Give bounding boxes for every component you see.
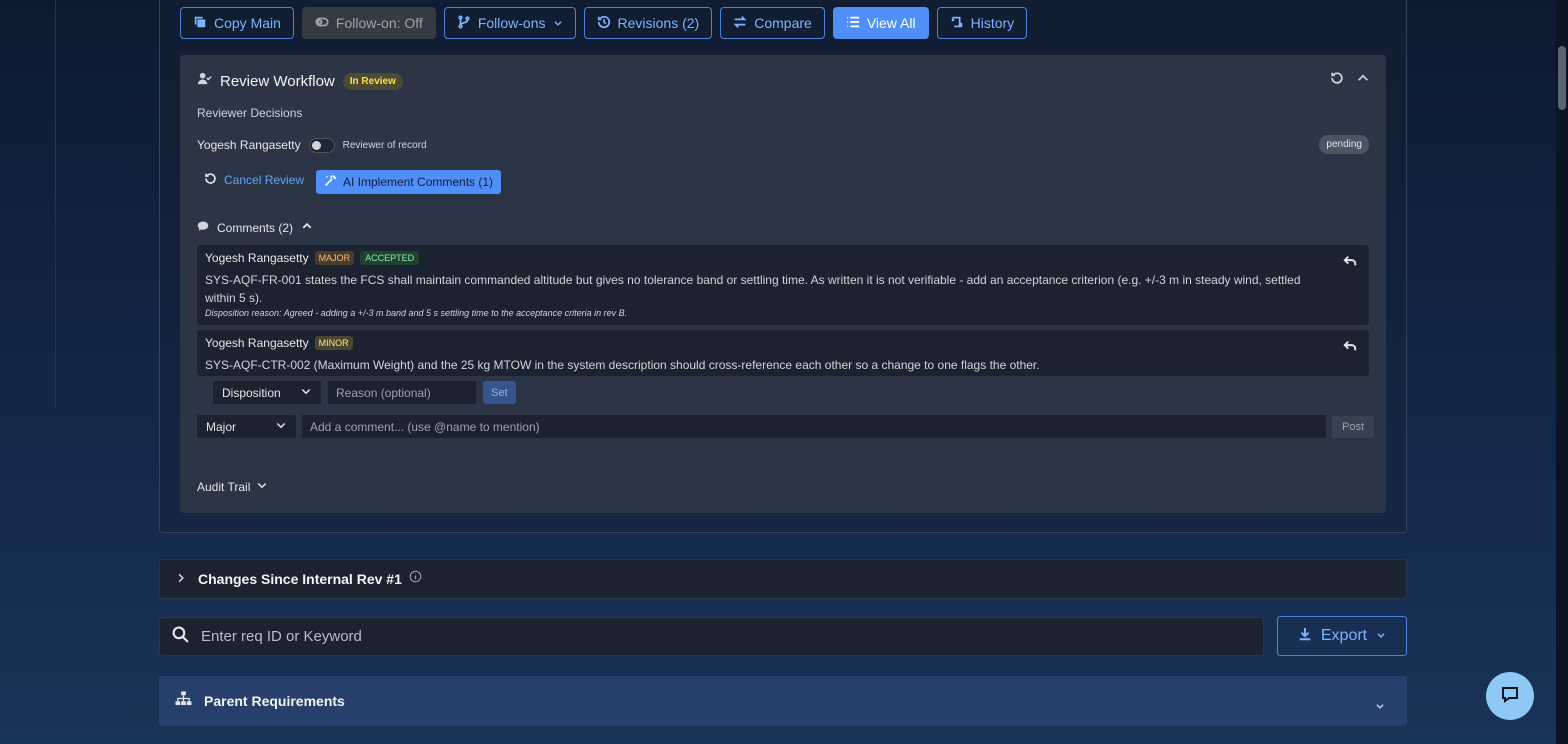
follow-on-toggle-button[interactable]: Follow-on: Off [301,7,436,39]
reason-input[interactable]: Reason (optional) [328,381,476,404]
comment-item: Yogesh Rangasetty MAJOR ACCEPTED SYS-AQF… [197,245,1369,325]
comments-toggle[interactable]: Comments (2) [197,220,313,235]
disposition-form: Disposition Reason (optional) Set [213,381,516,404]
comment-author: Yogesh Rangasetty [205,251,309,265]
reviewer-status-badge: pending [1319,135,1369,154]
comment-item: Yogesh Rangasetty MINOR SYS-AQF-CTR-002 … [197,330,1369,376]
comment-header: Yogesh Rangasetty MAJOR ACCEPTED [205,251,420,265]
list-icon [846,15,860,32]
audit-trail-label: Audit Trail [197,479,251,494]
comments-header-label: Comments (2) [217,220,294,235]
chevron-down-icon [553,15,563,31]
search-bar [159,617,1264,656]
chevron-down-icon [275,419,287,434]
reply-icon[interactable] [1343,339,1357,353]
branch-icon [457,14,471,32]
cancel-review-label: Cancel Review [224,173,305,187]
scroll-icon [950,15,964,32]
audit-trail-toggle[interactable]: Audit Trail [197,479,268,494]
chat-bubble-icon [1500,684,1520,709]
comment-input[interactable]: Add a comment... (use @name to mention) [302,415,1326,438]
history-rewind-icon [597,15,611,32]
swap-arrows-icon [733,15,747,32]
chevron-up-icon[interactable] [1356,71,1370,90]
search-input[interactable] [201,628,1241,645]
page-scrollbar[interactable] [1556,0,1568,744]
chevron-down-icon [256,479,268,494]
parent-requirements-title: Parent Requirements [204,693,345,709]
view-all-label: View All [866,15,916,31]
workflow-title: Review Workflow [220,72,335,90]
chat-support-button[interactable] [1486,672,1534,720]
reviewer-name: Yogesh Rangasetty [197,138,301,152]
history-button[interactable]: History [936,7,1028,39]
reply-icon[interactable] [1343,254,1357,268]
compare-label: Compare [754,15,812,31]
comment-header: Yogesh Rangasetty MINOR [205,336,353,350]
changes-section-title: Changes Since Internal Rev #1 [198,571,402,587]
hierarchy-icon [159,691,192,711]
magic-wand-icon [324,174,337,190]
comment-author: Yogesh Rangasetty [205,336,309,350]
scrollbar-thumb[interactable] [1558,46,1566,110]
disposition-select[interactable]: Disposition [213,381,321,404]
export-label: Export [1320,627,1368,644]
new-comment-form: Major Add a comment... (use @name to men… [197,415,1375,438]
review-workflow-panel: Review Workflow In Review Reviewer Decis… [180,55,1386,513]
revisions-label: Revisions (2) [617,15,700,31]
status-badge: In Review [342,72,403,90]
chevron-down-icon [300,385,312,400]
comment-text: SYS-AQF-FR-001 states the FCS shall main… [205,273,1301,305]
copy-main-button[interactable]: Copy Main [180,7,294,39]
revisions-button[interactable]: Revisions (2) [583,7,713,39]
reviewer-decisions-label: Reviewer Decisions [197,106,303,120]
chevron-right-icon [160,570,186,588]
requirement-toolbar: Copy Main Follow-on: Off Follow-ons Revi… [180,7,1028,39]
severity-badge: MINOR [314,336,353,350]
toggle-icon [315,15,329,32]
chevron-down-icon [1376,627,1386,645]
search-icon [160,626,189,648]
view-all-button[interactable]: View All [832,7,929,39]
disposition-reason: Disposition reason: Agreed - adding a +/… [205,308,628,318]
info-icon[interactable] [402,570,422,588]
comment-bubble-icon [197,220,209,235]
comment-severity-select[interactable]: Major [197,415,296,438]
workflow-header: Review Workflow In Review [197,71,403,91]
chevron-up-icon [301,220,313,235]
ai-implement-comments-button[interactable]: AI Implement Comments (1) [316,170,502,194]
comment-text: SYS-AQF-CTR-002 (Maximum Weight) and the… [205,358,1040,372]
reset-icon[interactable] [1330,71,1344,90]
ai-implement-label: AI Implement Comments (1) [343,175,494,189]
follow-ons-dropdown[interactable]: Follow-ons [443,7,576,39]
cancel-review-button[interactable]: Cancel Review [204,172,304,188]
export-dropdown[interactable]: Export [1277,616,1407,656]
set-disposition-button[interactable]: Set [483,381,516,404]
reviewer-of-record-toggle[interactable] [308,137,335,153]
parent-requirements-section[interactable]: Parent Requirements [159,676,1407,726]
user-check-icon [197,71,212,91]
compare-button[interactable]: Compare [720,7,825,39]
reviewer-row: Yogesh Rangasetty Reviewer of record pen… [197,135,1369,155]
left-divider [55,0,56,408]
reviewer-of-record-label: Reviewer of record [342,139,427,151]
severity-badge: MAJOR [314,251,355,265]
copy-main-label: Copy Main [214,15,281,31]
workflow-actions [1330,71,1370,90]
follow-ons-label: Follow-ons [477,15,546,31]
post-comment-button[interactable]: Post [1332,415,1375,438]
undo-icon [204,172,217,188]
copy-icon [193,15,207,32]
download-icon [1298,627,1312,646]
changes-since-section[interactable]: Changes Since Internal Rev #1 [159,559,1407,599]
disposition-select-value: Disposition [222,385,281,400]
history-label: History [970,15,1015,31]
severity-select-value: Major [206,419,237,434]
follow-on-toggle-label: Follow-on: Off [335,15,423,31]
accepted-badge: ACCEPTED [360,251,420,265]
